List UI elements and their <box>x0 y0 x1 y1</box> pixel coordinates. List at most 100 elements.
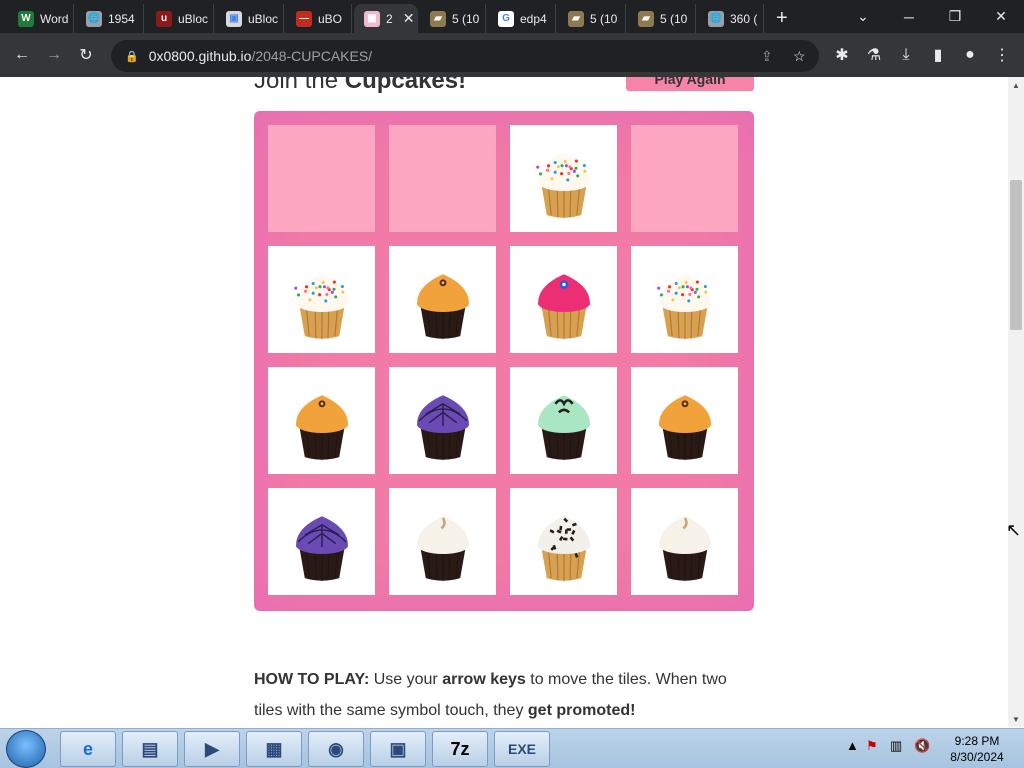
menu-button[interactable]: ⋮ <box>991 44 1013 66</box>
tab[interactable]: ▰ 5 (10 <box>420 4 486 33</box>
arrow-right-icon: → <box>46 46 62 63</box>
cupcake-tile <box>268 488 375 595</box>
howto-text-1: Use your <box>369 671 443 688</box>
scroll-down-arrow[interactable]: ▼ <box>1008 712 1024 726</box>
system-clock[interactable]: 9:28 PM 8/30/2024 <box>935 733 1019 765</box>
volume-muted-icon[interactable]: 🔇 <box>914 738 930 754</box>
chevron-down-icon: ⌄ <box>857 8 869 24</box>
lock-icon: 🔒 <box>125 50 139 63</box>
folder-icon: ▰ <box>638 10 654 27</box>
tab[interactable]: ▣ uBloc <box>216 4 284 33</box>
share-icon[interactable]: ⇪ <box>761 48 773 65</box>
action-center-icon[interactable]: ⚑ <box>866 738 878 754</box>
tab-label: 1954 <box>108 11 135 26</box>
youtube-exe-icon: EXE <box>507 741 536 757</box>
cupcake-tile <box>631 246 738 353</box>
file-explorer-icon: ▤ <box>141 738 159 759</box>
cupcake-tile <box>510 367 617 474</box>
installer-icon: ▣ <box>389 738 407 759</box>
taskbar-app[interactable]: ◉ <box>308 731 364 767</box>
cupcake-mint-icon <box>537 394 590 461</box>
page-icon: ▦ <box>364 10 380 27</box>
play-again-button[interactable]: Play Again <box>626 77 754 91</box>
tab-search-button[interactable]: ⌄ <box>840 0 886 33</box>
downloads-button[interactable]: ⤓ <box>895 44 917 66</box>
tab[interactable]: 🌐 360 ( <box>698 4 764 33</box>
vertical-scrollbar[interactable] <box>1008 77 1024 727</box>
chrome-icon: ◉ <box>328 738 344 759</box>
avatar-icon: ● <box>965 46 975 63</box>
tab[interactable]: ▰ 5 (10 <box>558 4 626 33</box>
tab-label: 360 ( <box>730 11 758 26</box>
tab-label: Word <box>40 11 69 26</box>
taskbar-app[interactable]: ▦ <box>246 731 302 767</box>
empty-tile <box>389 125 496 232</box>
profile-button[interactable]: ● <box>959 44 981 66</box>
side-panel-button[interactable]: ▮ <box>927 44 949 66</box>
cupcake-cookies-icon <box>537 515 590 582</box>
scrollbar-thumb[interactable] <box>1010 180 1022 330</box>
cupcake-orange-icon <box>416 273 469 340</box>
cupcake-tile <box>510 125 617 232</box>
taskbar-app[interactable]: ▶ <box>184 731 240 767</box>
tab[interactable]: ▦ 2 ✕ <box>354 4 418 33</box>
ublock-icon: u <box>156 10 172 27</box>
page-content: Join the Cupcakes! Play Again HOW TO PLA… <box>0 77 1008 727</box>
taskbar-app[interactable]: ▣ <box>370 731 426 767</box>
taskbar-app[interactable]: ▤ <box>122 731 178 767</box>
tab-label: edp4 <box>520 11 547 26</box>
network-icon[interactable]: ▥ <box>890 738 902 754</box>
media-player-icon: ▶ <box>205 738 219 759</box>
tab-label: uBloc <box>248 11 279 26</box>
cupcake-purple-web-icon <box>295 515 348 582</box>
cupcake-orange-icon <box>658 394 711 461</box>
cupcake-tile <box>389 367 496 474</box>
game-board <box>254 111 754 611</box>
new-tab-button[interactable]: + <box>766 4 790 33</box>
taskbar-app[interactable]: 7z <box>432 731 488 767</box>
show-hidden-icons[interactable]: ▲ <box>846 738 859 753</box>
close-window-button[interactable]: ✕ <box>978 0 1024 33</box>
back-button[interactable]: ← <box>11 44 33 66</box>
cupcake-sprinkle-white-icon <box>535 152 590 219</box>
kebab-menu-icon: ⋮ <box>994 47 1010 64</box>
taskbar-app[interactable]: EXE <box>494 731 550 767</box>
bookmark-star-icon[interactable]: ☆ <box>793 48 806 65</box>
forward-button[interactable]: → <box>43 44 65 66</box>
address-bar[interactable]: 🔒 0x0800.github.io/2048-CUPCAKES/ ⇪ ☆ <box>111 40 819 72</box>
cupcake-white-swirl-icon <box>416 515 469 582</box>
side-panel-icon: ▮ <box>933 47 943 64</box>
labs-button[interactable]: ⚗ <box>863 44 885 66</box>
tab[interactable]: W Word <box>8 4 74 33</box>
url-host: 0x0800.github.io <box>148 48 252 64</box>
reload-icon: ↻ <box>79 47 93 64</box>
download-icon: ⤓ <box>902 46 910 63</box>
close-tab-icon[interactable]: ✕ <box>403 10 415 27</box>
heading-bold: Cupcakes! <box>344 77 467 94</box>
start-button[interactable] <box>6 730 46 768</box>
tab[interactable]: 🌐 1954 <box>76 4 144 33</box>
tab[interactable]: — uBO <box>286 4 352 33</box>
tab[interactable]: ▰ 5 (10 <box>628 4 696 33</box>
cupcake-orange-icon <box>295 394 348 461</box>
ublock-icon: — <box>296 10 312 27</box>
google-icon: G <box>498 10 514 27</box>
globe-icon: 🌐 <box>86 10 102 27</box>
howto-arrow-keys: arrow keys <box>442 671 526 688</box>
minimize-button[interactable]: ─ <box>886 0 932 33</box>
empty-tile <box>631 125 738 232</box>
extensions-button[interactable]: ✱ <box>831 44 853 66</box>
tab[interactable]: u uBloc <box>146 4 214 33</box>
globe-icon: 🌐 <box>708 10 724 27</box>
cupcake-sprinkle-white-icon <box>656 273 711 340</box>
cupcake-tile <box>631 488 738 595</box>
clock-time: 9:28 PM <box>954 734 1000 748</box>
folder-icon: ▰ <box>568 10 584 27</box>
tab[interactable]: Gedp4 <box>488 4 556 33</box>
taskbar-app[interactable]: e <box>60 731 116 767</box>
page-heading: Join the Cupcakes! <box>254 77 466 95</box>
scroll-up-arrow[interactable]: ▲ <box>1008 78 1024 92</box>
restore-button[interactable]: ❐ <box>932 0 978 33</box>
flask-icon: ⚗ <box>866 47 882 64</box>
reload-button[interactable]: ↻ <box>75 44 97 66</box>
